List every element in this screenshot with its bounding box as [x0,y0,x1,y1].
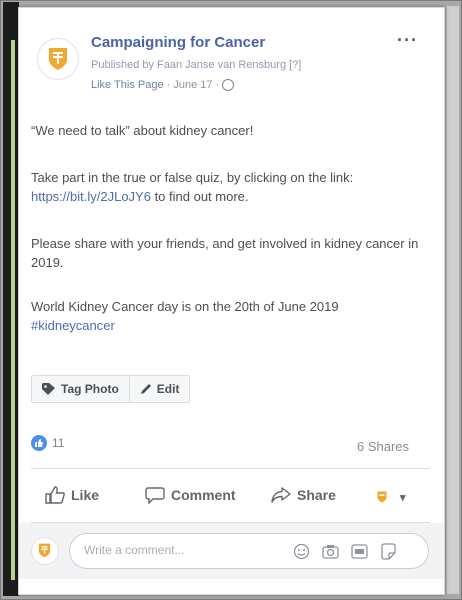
post-meta: Like This Page · June 17 · [91,79,235,92]
comment-composer [19,523,444,579]
reactions-summary[interactable]: 11 [31,435,64,451]
scrollbar[interactable] [446,6,459,594]
tag-icon [42,383,55,395]
meta-separator: · [163,79,174,91]
likes-count: 11 [52,436,65,450]
comment-tools [292,542,397,560]
share-icon [271,487,291,503]
post-card: Campaigning for Cancer Published by Faan… [18,7,445,595]
paragraph-4-text: World Kidney Cancer day is on the 20th o… [31,299,339,314]
paragraph-2-text-a: Take part in the true or false quiz, by … [31,170,354,185]
like-button[interactable]: Like [45,486,99,504]
campaign-logo-small-icon [377,491,387,503]
post-paragraph-1: “We need to talk” about kidney cancer! [31,123,254,138]
pencil-icon [140,384,151,394]
photo-actions-bar: Tag Photo Edit [31,375,191,403]
more-options-button[interactable]: ··· [397,30,418,51]
sticker-icon[interactable] [379,542,397,560]
post-paragraph-4: World Kidney Cancer day is on the 20th o… [31,297,425,335]
campaign-logo-icon [49,48,67,70]
published-by-text: Published by Faan Janse van Rensburg [?] [91,59,302,71]
share-label: Share [297,487,336,503]
paragraph-2-text-b: to find out more. [150,189,249,204]
edit-button[interactable]: Edit [128,376,190,402]
emoji-icon[interactable] [292,542,310,560]
comment-input[interactable] [82,542,286,558]
share-button[interactable]: Share [271,486,336,504]
quiz-link[interactable]: https://bit.ly/2JLoJY6 [31,189,151,204]
like-label: Like [71,487,100,503]
post-paragraph-2: Take part in the true or false quiz, by … [31,168,425,206]
campaign-logo-icon [38,543,51,558]
thumbs-up-small-icon [35,439,43,447]
like-page-link[interactable]: Like This Page [91,79,164,91]
comment-button[interactable]: Comment [145,486,236,504]
page-name-link[interactable]: Campaigning for Cancer [91,34,265,51]
background-window-strip [3,2,19,596]
tag-photo-button[interactable]: Tag Photo [32,376,129,402]
edit-label: Edit [156,382,180,396]
chevron-down-icon: ▾ [400,491,406,504]
thumbs-up-icon [45,486,65,504]
post-date[interactable]: June 17 · [173,79,219,91]
hashtag-link[interactable]: #kidneycancer [31,318,115,333]
page-avatar[interactable] [37,38,79,80]
like-reaction-icon [31,435,47,451]
comment-label: Comment [171,487,236,503]
camera-icon[interactable] [321,542,339,560]
tag-photo-label: Tag Photo [61,382,119,396]
post-paragraph-3: Please share with your friends, and get … [31,236,419,270]
globe-icon [222,79,235,92]
comment-input-box[interactable] [69,533,429,569]
comment-icon [145,487,165,504]
commenter-avatar [31,537,59,565]
page-identity-selector[interactable]: ▾ [376,490,406,504]
shares-count[interactable]: 6 Shares [357,439,409,454]
divider [31,468,430,469]
gif-icon[interactable] [350,542,368,560]
